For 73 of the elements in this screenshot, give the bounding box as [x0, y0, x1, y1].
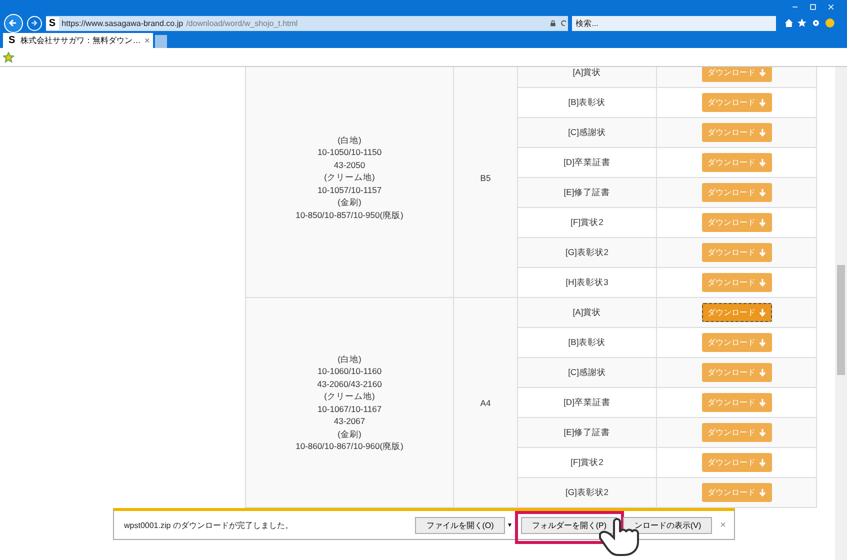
- download-arrow-icon: [758, 308, 766, 316]
- download-action-button[interactable]: フォルダーを開く(P): [520, 516, 618, 534]
- download-arrow-icon: [758, 488, 766, 496]
- download-action-button[interactable]: ファイルを開く(O): [415, 516, 505, 534]
- download-button[interactable]: ダウンロード: [702, 303, 772, 322]
- close-button[interactable]: ×: [718, 520, 728, 530]
- download-button[interactable]: ダウンロード: [702, 153, 772, 172]
- download-button[interactable]: ダウンロード: [702, 243, 772, 262]
- settings-icon[interactable]: [811, 18, 822, 28]
- maximize-icon[interactable]: [809, 3, 817, 11]
- download-button[interactable]: ダウンロード: [702, 363, 772, 382]
- paper-size: A4: [480, 398, 491, 408]
- download-arrow-icon: [758, 428, 766, 436]
- download-button[interactable]: ダウンロード: [702, 67, 772, 82]
- arrow-left-icon: [8, 18, 18, 28]
- download-arrow-icon: [758, 158, 766, 166]
- template-name: [A]賞状: [572, 306, 602, 316]
- download-button[interactable]: ダウンロード: [702, 123, 772, 142]
- url-host: https://www.sasagawa-brand.co.jp: [62, 18, 184, 28]
- download-arrow-icon: [758, 98, 766, 106]
- product-codes: (白地) 10-1050/10-1150 43-2050 (クリーム地) 10-1057/10-1157 (金刷) 10-850/10-857/10-950(廃版): [294, 134, 404, 222]
- download-arrow-icon: [758, 248, 766, 256]
- download-arrow-icon: [758, 128, 766, 136]
- template-name: [E]修了証書: [564, 186, 610, 196]
- download-button[interactable]: ダウンロード: [702, 273, 772, 292]
- download-button[interactable]: ダウンロード: [702, 183, 772, 202]
- download-button[interactable]: ダウンロード: [702, 423, 772, 442]
- download-arrow-icon: [758, 398, 766, 406]
- download-button[interactable]: ダウンロード: [702, 333, 772, 352]
- scrollbar[interactable]: [835, 67, 847, 560]
- favorites-star-icon[interactable]: [3, 52, 14, 62]
- download-arrow-icon: [758, 218, 766, 226]
- close-icon[interactable]: [144, 37, 150, 44]
- paper-size: B5: [480, 172, 491, 182]
- template-name: [G]表彰状2: [565, 486, 609, 496]
- download-arrow-icon: [758, 278, 766, 286]
- home-icon[interactable]: [784, 18, 794, 28]
- lock-icon[interactable]: [548, 19, 557, 27]
- download-button[interactable]: ダウンロード: [702, 393, 772, 412]
- template-name: [H]表彰状3: [566, 276, 608, 286]
- template-name: [G]表彰状2: [565, 246, 609, 256]
- download-arrow-icon: [758, 68, 766, 76]
- template-name: [C]感謝状: [568, 366, 606, 376]
- site-icon: S: [46, 16, 59, 30]
- template-name: [A]賞状: [572, 67, 602, 76]
- download-arrow-icon: [758, 338, 766, 346]
- download-button[interactable]: ダウンロード: [702, 453, 772, 472]
- back-button[interactable]: [4, 14, 23, 32]
- download-button[interactable]: ダウンロード: [702, 213, 772, 232]
- browser-tab[interactable]: S 株式会社ササガワ：無料ダウン…: [3, 33, 153, 48]
- url-path: /download/word/w_shojo_t.html: [186, 18, 299, 28]
- template-name: [F]賞状2: [570, 456, 604, 466]
- template-name: [C]感謝状: [568, 126, 606, 136]
- template-name: [D]卒業証書: [564, 156, 610, 166]
- product-codes: (白地) 10-1060/10-1160 43-2060/43-2160 (クリーム地) 10-1067/10-1167 43-2067 (金刷) 10-860/10-867/10-960(廃版): [294, 352, 404, 452]
- template-name: [F]賞状2: [570, 216, 604, 226]
- download-arrow-icon: [758, 458, 766, 466]
- template-name: [D]卒業証書: [564, 396, 610, 406]
- download-arrow-icon: [758, 368, 766, 376]
- template-name: [B]表彰状: [568, 96, 606, 106]
- template-name: [E]修了証書: [564, 426, 610, 436]
- search-field[interactable]: 検索...: [572, 16, 776, 30]
- download-action-button[interactable]: ンロードの表示(V): [623, 516, 712, 534]
- refresh-icon[interactable]: [560, 19, 568, 27]
- template-name: [B]表彰状: [568, 336, 606, 346]
- star-icon[interactable]: [797, 18, 808, 28]
- download-button[interactable]: ダウンロード: [702, 483, 772, 502]
- download-arrow-icon: [758, 188, 766, 196]
- download-button[interactable]: ダウンロード: [702, 93, 772, 112]
- arrow-right-icon: [30, 19, 38, 27]
- download-message: wpst0001.zip のダウンロードが完了しました。: [124, 520, 294, 530]
- address-field[interactable]: S https://www.sasagawa-brand.co.jp /download/word/w_shojo_t.html: [46, 16, 568, 30]
- forward-button[interactable]: [26, 16, 42, 30]
